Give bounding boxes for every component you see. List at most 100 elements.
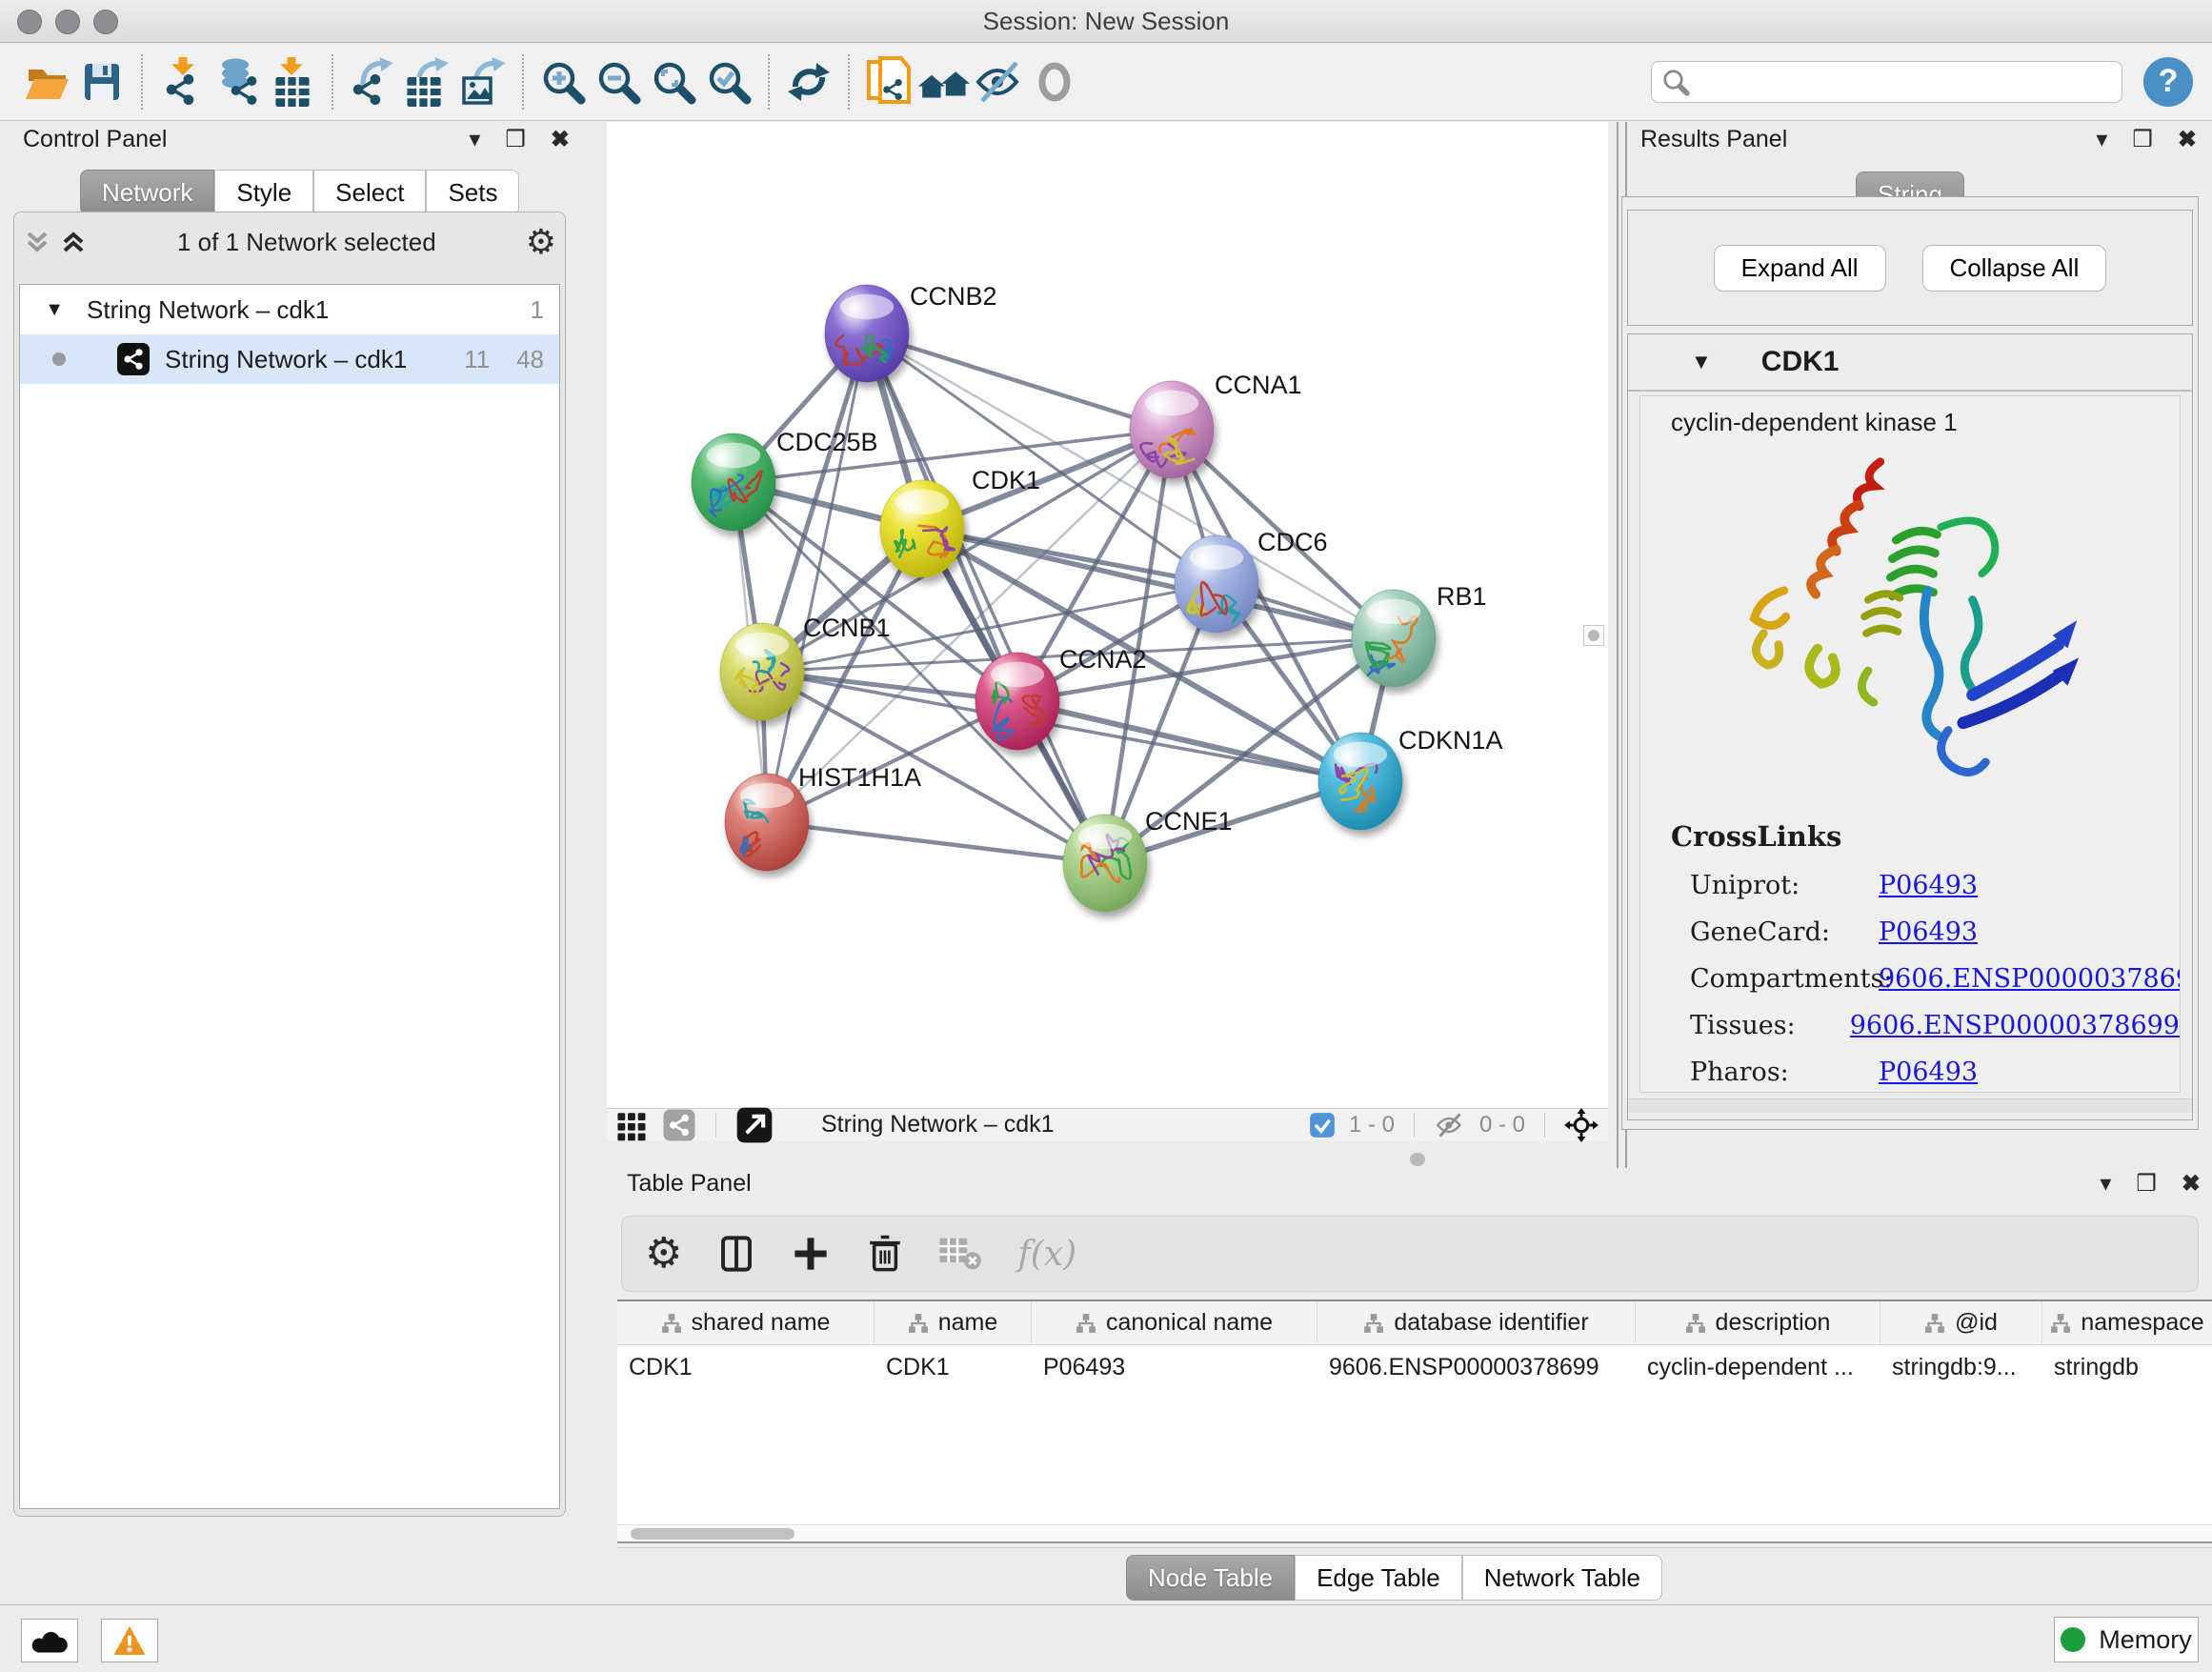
export-image-button[interactable] — [455, 53, 511, 111]
network-overview-button[interactable] — [916, 53, 972, 111]
close-panel-icon[interactable]: ✖ — [551, 126, 570, 153]
expand-all-chevron-icon[interactable] — [59, 228, 88, 256]
hidden-eye-slash-icon[interactable] — [1434, 1112, 1466, 1138]
splitter-handle[interactable] — [1583, 625, 1604, 646]
collapse-panel-icon[interactable]: ▾ — [2096, 126, 2107, 153]
node-table[interactable]: shared name name canonical name database… — [617, 1299, 2212, 1541]
expand-all-button[interactable]: Expand All — [1714, 245, 1886, 292]
function-builder-icon[interactable]: f(x) — [1017, 1235, 1076, 1274]
column-header[interactable]: database identifier — [1317, 1301, 1636, 1345]
crosslink-link[interactable]: P06493 — [1879, 862, 1978, 909]
float-panel-icon[interactable]: ❒ — [2136, 1170, 2157, 1198]
column-header[interactable]: shared name — [617, 1301, 875, 1345]
export-network-button[interactable] — [345, 53, 400, 111]
network-node-CCNB2[interactable] — [825, 285, 909, 382]
warnings-button[interactable] — [101, 1619, 158, 1662]
results-scrollbar[interactable] — [1628, 1098, 2192, 1113]
cell-name[interactable]: CDK1 — [875, 1345, 1032, 1389]
network-node-HIST1H1A[interactable] — [725, 774, 809, 871]
help-button[interactable]: ? — [2143, 57, 2193, 107]
delete-table-icon[interactable] — [939, 1235, 983, 1273]
zoom-fit-button[interactable] — [646, 53, 701, 111]
search-input[interactable] — [1690, 68, 2112, 96]
detach-view-icon[interactable] — [735, 1106, 774, 1144]
network-node-CCNB1[interactable] — [720, 623, 804, 720]
collapse-all-button[interactable]: Collapse All — [1922, 245, 2107, 292]
collapse-panel-icon[interactable]: ▾ — [469, 126, 480, 153]
network-node-CDKN1A[interactable] — [1318, 733, 1402, 830]
network-node-RB1[interactable] — [1352, 590, 1436, 687]
network-node-CDC6[interactable] — [1175, 535, 1258, 633]
table-horizontal-scrollbar[interactable] — [617, 1524, 2212, 1542]
cloud-status-button[interactable] — [21, 1619, 78, 1662]
crosslink-link[interactable]: P06493 — [1879, 1049, 1978, 1093]
gene-section-header[interactable]: ▼ CDK1 — [1628, 334, 2192, 392]
network-node-CCNA2[interactable] — [975, 653, 1059, 750]
tab-select[interactable]: Select — [313, 170, 426, 215]
show-panel-button[interactable] — [1027, 53, 1082, 111]
tab-network-table[interactable]: Network Table — [1462, 1555, 1662, 1601]
save-session-button[interactable] — [74, 53, 130, 111]
tab-node-table[interactable]: Node Table — [1126, 1555, 1295, 1601]
hide-panel-button[interactable] — [972, 53, 1027, 111]
network-node-CDC25B[interactable] — [692, 433, 775, 531]
network-node-CDK1[interactable] — [880, 480, 964, 577]
cell-namespace[interactable]: stringdb — [2042, 1345, 2212, 1389]
table-row[interactable]: CDK1 CDK1 P06493 9606.ENSP00000378699 cy… — [617, 1345, 2212, 1389]
zoom-selected-button[interactable] — [701, 53, 756, 111]
memory-button[interactable]: Memory — [2054, 1617, 2199, 1662]
add-column-plus-icon[interactable] — [791, 1234, 831, 1274]
birdseye-crosshair-icon[interactable] — [1564, 1108, 1599, 1142]
cell-database-identifier[interactable]: 9606.ENSP00000378699 — [1317, 1345, 1636, 1389]
column-header[interactable]: namespace — [2042, 1301, 2212, 1345]
column-header[interactable]: canonical name — [1032, 1301, 1317, 1345]
horizontal-splitter-handle[interactable] — [1410, 1153, 1425, 1166]
section-collapse-icon[interactable]: ▼ — [1691, 350, 1712, 374]
crosslink-link[interactable]: 9606.ENSP00000378699 — [1879, 956, 2181, 1002]
network-thumbnail-icon[interactable] — [662, 1108, 696, 1142]
tree-expand-icon[interactable]: ▼ — [20, 299, 64, 321]
table-settings-gear-icon[interactable]: ⚙ — [645, 1233, 682, 1275]
tab-sets[interactable]: Sets — [426, 170, 519, 215]
selected-checkbox-icon[interactable] — [1309, 1112, 1336, 1138]
export-table-button[interactable] — [400, 53, 455, 111]
show-columns-icon[interactable] — [716, 1233, 756, 1275]
tab-style[interactable]: Style — [214, 170, 313, 215]
close-panel-icon[interactable]: ✖ — [2178, 126, 2197, 153]
cell-shared-name[interactable]: CDK1 — [617, 1345, 875, 1389]
grid-view-icon[interactable] — [616, 1109, 649, 1141]
delete-column-trash-icon[interactable] — [865, 1233, 905, 1275]
open-session-button[interactable] — [19, 53, 74, 111]
scrollbar-thumb[interactable] — [631, 1528, 794, 1540]
column-header[interactable]: @id — [1880, 1301, 2042, 1345]
float-panel-icon[interactable]: ❒ — [505, 126, 526, 153]
minimize-window-button[interactable] — [55, 10, 80, 34]
gear-icon[interactable]: ⚙ — [526, 222, 556, 262]
close-panel-icon[interactable]: ✖ — [2182, 1170, 2201, 1198]
tab-edge-table[interactable]: Edge Table — [1295, 1555, 1462, 1601]
search-box[interactable] — [1651, 61, 2122, 103]
tab-network[interactable]: Network — [80, 170, 214, 215]
collapse-panel-icon[interactable]: ▾ — [2100, 1170, 2111, 1198]
network-collection-row[interactable]: ▼ String Network – cdk1 1 — [20, 285, 559, 334]
column-header[interactable]: name — [875, 1301, 1032, 1345]
network-node-CCNE1[interactable] — [1063, 815, 1147, 912]
import-network-button[interactable] — [154, 53, 210, 111]
import-table-button[interactable] — [265, 53, 320, 111]
network-canvas[interactable]: CCNB2CCNA1CDC25BCDK1CDC6RB1CCNB1CCNA2CDK… — [607, 122, 1608, 1108]
column-header[interactable]: description — [1636, 1301, 1880, 1345]
apply-layout-button[interactable] — [781, 53, 836, 111]
zoom-window-button[interactable] — [93, 10, 118, 34]
network-row-selected[interactable]: String Network – cdk1 11 48 — [20, 334, 559, 384]
zoom-out-button[interactable] — [591, 53, 646, 111]
copy-network-button[interactable] — [861, 53, 916, 111]
import-network-from-database-button[interactable] — [210, 53, 265, 111]
cell-id[interactable]: stringdb:9... — [1880, 1345, 2042, 1389]
collapse-all-chevron-icon[interactable] — [23, 228, 51, 256]
crosslink-link[interactable]: P06493 — [1879, 909, 1978, 956]
cell-description[interactable]: cyclin-dependent ... — [1636, 1345, 1880, 1389]
network-node-CCNA1[interactable] — [1130, 381, 1214, 478]
float-panel-icon[interactable]: ❒ — [2132, 126, 2153, 153]
cell-canonical-name[interactable]: P06493 — [1032, 1345, 1317, 1389]
close-window-button[interactable] — [17, 10, 42, 34]
